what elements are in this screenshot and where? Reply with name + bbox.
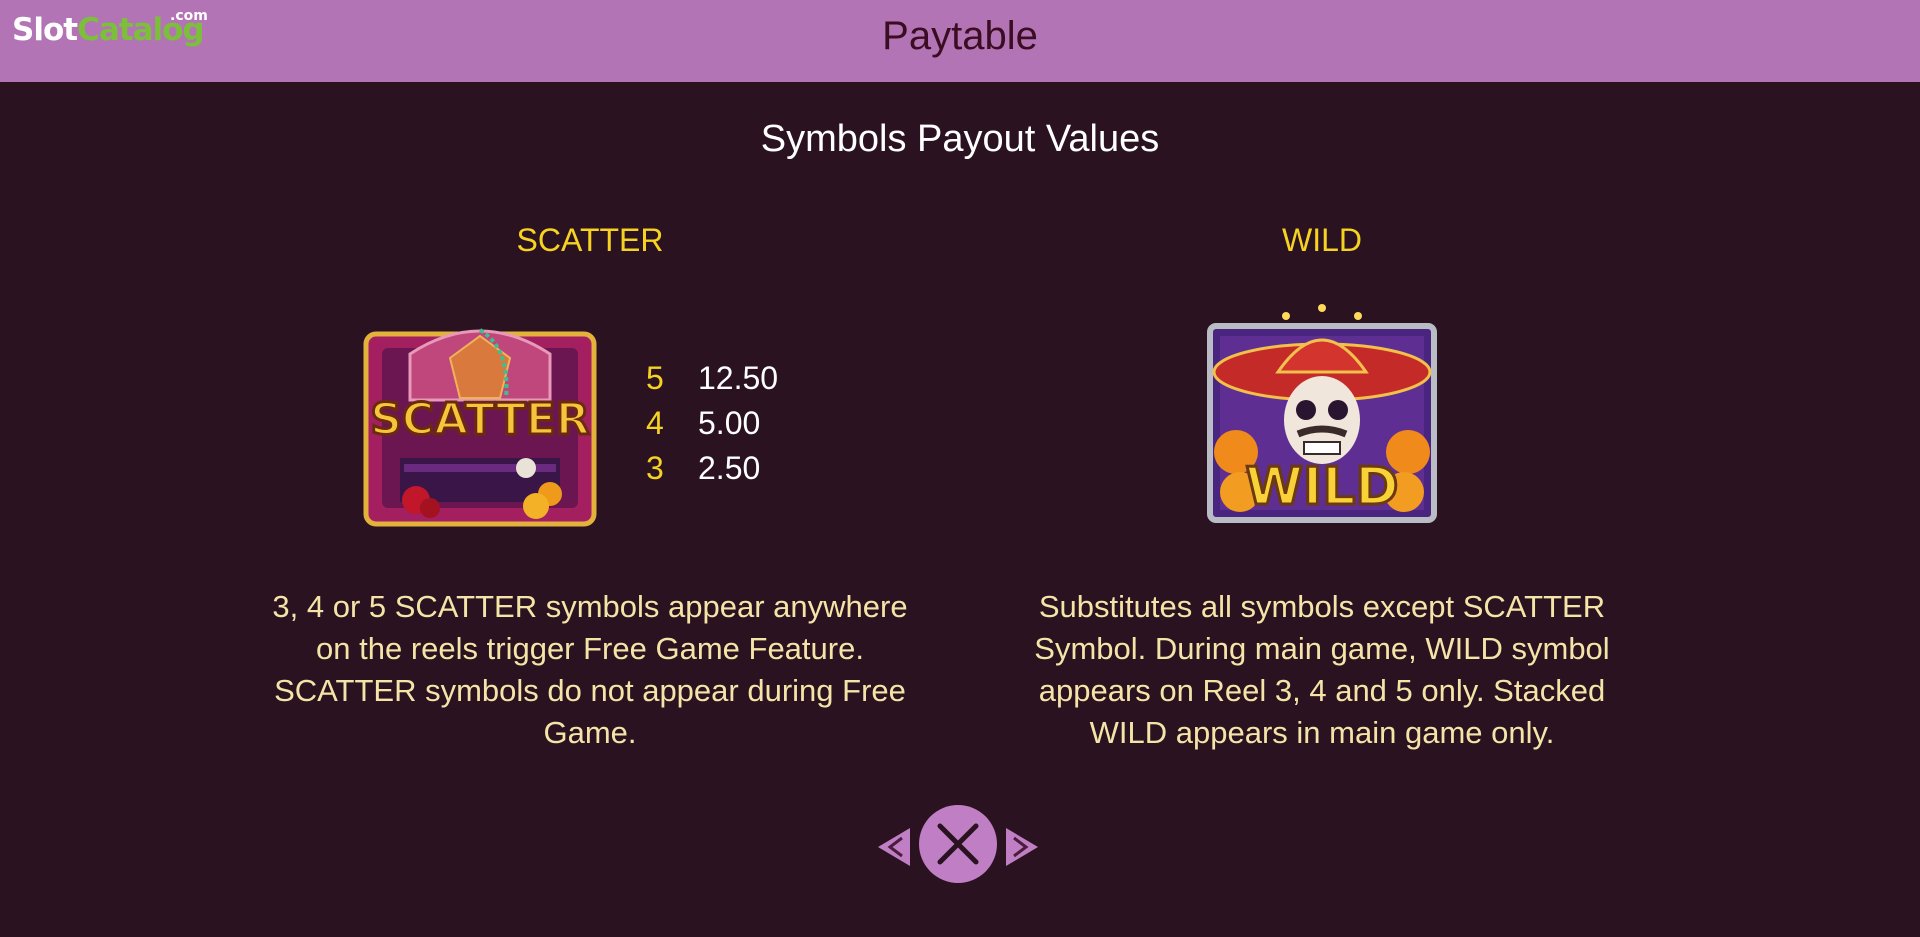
scatter-paytable: 5 12.50 4 5.00 3 2.50 (646, 360, 778, 495)
wild-name: WILD (1282, 222, 1362, 258)
wild-symbol-image: WILD (1207, 304, 1437, 523)
pay-row: 4 5.00 (646, 405, 778, 450)
chevron-left-icon[interactable] (876, 826, 912, 868)
scatter-symbol-image: SCATTER (363, 328, 597, 527)
scatter-name: SCATTER (516, 222, 664, 258)
close-button[interactable] (918, 804, 998, 884)
chevron-right-icon[interactable] (1004, 826, 1040, 868)
pay-count: 4 (646, 405, 664, 441)
wild-description: Substitutes all symbols except SCATTER S… (1034, 589, 1610, 750)
scatter-description: 3, 4 or 5 SCATTER symbols appear anywher… (272, 589, 908, 750)
pay-row: 5 12.50 (646, 360, 778, 405)
scatter-image-label: SCATTER (370, 394, 590, 445)
pay-value: 2.50 (698, 450, 761, 486)
pay-count: 5 (646, 360, 664, 396)
paytable-navigation (876, 802, 1044, 886)
page-title: Paytable (882, 14, 1038, 58)
pay-count: 3 (646, 450, 664, 486)
wild-image-label: WILD (1245, 457, 1398, 517)
pay-row: 3 2.50 (646, 450, 778, 495)
header-bar: SlotCatalog .com Paytable (0, 0, 1920, 82)
section-title: Symbols Payout Values (760, 118, 1160, 160)
pay-value: 5.00 (698, 405, 761, 441)
pay-value: 12.50 (698, 360, 779, 396)
